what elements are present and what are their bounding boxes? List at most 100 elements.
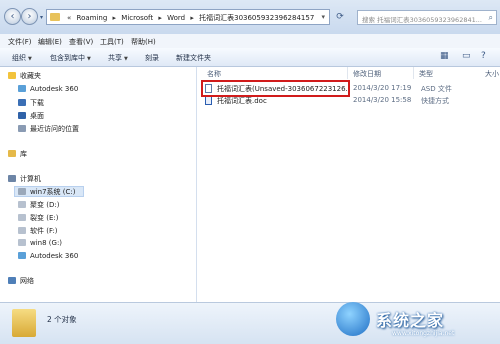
item-count: 2 个对象 (47, 315, 77, 324)
sidebar-item-autodesk-drive[interactable]: Autodesk 360 (18, 252, 78, 263)
search-input[interactable]: 搜索 托福词汇表3036059323962841... ⌕ (357, 10, 497, 25)
drive-icon (18, 239, 26, 246)
sidebar-network-label: 网络 (20, 277, 34, 285)
navigation-pane: 收藏夹 Autodesk 360 下载 桌面 最近访问的位置 库 计算机 win… (0, 67, 197, 302)
column-divider[interactable] (413, 67, 414, 79)
menu-tools[interactable]: 工具(T) (100, 37, 124, 47)
column-divider[interactable] (347, 67, 348, 79)
sidebar-item-label: 软件 (F:) (30, 227, 58, 235)
red-highlight-annotation (201, 80, 350, 97)
network-icon (8, 277, 16, 284)
logo-icon (336, 302, 370, 336)
sidebar-libraries[interactable]: 库 (8, 149, 27, 160)
recent-pages-dropdown-icon[interactable]: ▾ (40, 14, 43, 21)
sidebar-item-drive-f[interactable]: 软件 (F:) (18, 226, 58, 237)
new-folder-button[interactable]: 新建文件夹 (176, 53, 211, 63)
sidebar-item-drive-e[interactable]: 裂变 (E:) (18, 213, 58, 224)
column-size-header[interactable]: 大小 (485, 69, 499, 79)
sidebar-item-label: 最近访问的位置 (30, 125, 79, 133)
star-icon (8, 72, 16, 79)
command-toolbar: 组织 ▼ 包含到库中 ▼ 共享 ▼ 刻录 新建文件夹 ▦ ▭ ? (0, 48, 500, 67)
back-button[interactable]: ‹ (4, 8, 21, 25)
desktop-icon (18, 112, 26, 119)
drive-icon (18, 201, 26, 208)
chevron-right-icon[interactable]: ▸ (113, 14, 117, 22)
chevron-down-icon: ▼ (28, 56, 32, 62)
refresh-icon[interactable]: ⟳ (333, 9, 347, 25)
sidebar-network[interactable]: 网络 (8, 276, 34, 287)
share-label: 共享 (108, 54, 122, 62)
sidebar-item-label: Autodesk 360 (30, 85, 79, 93)
breadcrumb-roaming[interactable]: Roaming (77, 14, 108, 22)
folder-icon (50, 13, 60, 21)
sidebar-libraries-label: 库 (20, 150, 27, 158)
menu-help[interactable]: 帮助(H) (131, 37, 156, 47)
search-icon[interactable]: ⌕ (489, 13, 493, 23)
recent-places-icon (18, 125, 26, 132)
sidebar-item-label: 聚变 (D:) (30, 201, 60, 209)
word-shortcut-icon (205, 96, 212, 105)
column-name-header[interactable]: 名称 (207, 69, 221, 79)
sidebar-item-label: win7系统 (C:) (30, 188, 76, 196)
sidebar-item-downloads[interactable]: 下载 (18, 98, 44, 109)
cloud-icon (18, 85, 26, 92)
sidebar-item-drive-d[interactable]: 聚变 (D:) (18, 200, 59, 211)
cloud-icon (18, 252, 26, 259)
breadcrumb-microsoft[interactable]: Microsoft (121, 14, 153, 22)
menu-bar: 文件(F) 编辑(E) 查看(V) 工具(T) 帮助(H) (0, 34, 500, 49)
column-date-header[interactable]: 修改日期 (353, 69, 381, 79)
file-type: 快捷方式 (421, 97, 449, 105)
breadcrumb: « Roaming ▸ Microsoft ▸ Word ▸ 托福词汇表3036… (64, 13, 314, 23)
sidebar-item-label: 裂变 (E:) (30, 214, 59, 222)
organize-button[interactable]: 组织 ▼ (12, 53, 32, 63)
sidebar-item-drive-c[interactable]: win7系统 (C:) (14, 186, 84, 197)
sidebar-favorites-label: 收藏夹 (20, 72, 41, 80)
chevron-right-icon[interactable]: ▸ (190, 14, 194, 22)
menu-edit[interactable]: 编辑(E) (38, 37, 62, 47)
column-type-header[interactable]: 类型 (419, 69, 433, 79)
address-box[interactable]: « Roaming ▸ Microsoft ▸ Word ▸ 托福词汇表3036… (46, 9, 330, 25)
sidebar-item-drive-g[interactable]: win8 (G:) (18, 239, 62, 250)
breadcrumb-word[interactable]: Word (167, 14, 185, 22)
sidebar-item-autodesk[interactable]: Autodesk 360 (18, 85, 78, 96)
library-icon (8, 150, 16, 157)
sidebar-item-label: 桌面 (30, 112, 44, 120)
drive-icon (18, 214, 26, 221)
folder-icon (12, 309, 36, 337)
include-in-library-button[interactable]: 包含到库中 ▼ (50, 53, 91, 63)
share-button[interactable]: 共享 ▼ (108, 53, 128, 63)
sidebar-computer[interactable]: 计算机 (8, 174, 41, 185)
watermark-url: www.xitongzhijia.net (392, 330, 455, 337)
breadcrumb-current-folder[interactable]: 托福词汇表3036059323962841​57 (199, 14, 314, 22)
search-placeholder: 搜索 托福词汇表3036059323962841... (362, 16, 482, 24)
watermark-text: 系统之家 (376, 311, 445, 330)
drive-icon (18, 227, 26, 234)
chevron-down-icon: ▼ (87, 56, 91, 62)
file-date: 2014/3/20 17:19 (353, 84, 412, 92)
sidebar-item-recent[interactable]: 最近访问的位置 (18, 124, 79, 135)
file-list-pane: 名称 修改日期 类型 大小 托福词汇表(Unsaved-303606722312… (197, 67, 500, 302)
address-bar-region: ‹ › ▾ « Roaming ▸ Microsoft ▸ Word ▸ 托福词… (0, 0, 500, 34)
sidebar-item-label: 下载 (30, 99, 44, 107)
address-dropdown-icon[interactable]: ▾ (321, 13, 325, 21)
sidebar-item-label: Autodesk 360 (30, 252, 79, 260)
menu-file[interactable]: 文件(F) (8, 37, 32, 47)
chevron-right-icon[interactable]: ▸ (158, 14, 162, 22)
download-icon (18, 99, 26, 106)
sidebar-item-desktop[interactable]: 桌面 (18, 111, 44, 122)
breadcrumb-overflow-icon[interactable]: « (67, 14, 71, 22)
include-label: 包含到库中 (50, 54, 85, 62)
burn-button[interactable]: 刻录 (145, 53, 159, 63)
watermark-logo: 系统之家 www.xitongzhijia.net (328, 298, 500, 343)
menu-view[interactable]: 查看(V) (69, 37, 93, 47)
file-name: 托福词汇表.doc (217, 97, 267, 105)
preview-pane-icon[interactable]: ▭ (462, 51, 471, 61)
sidebar-computer-label: 计算机 (20, 175, 41, 183)
forward-button[interactable]: › (21, 8, 38, 25)
view-options-icon[interactable]: ▦ (440, 51, 449, 61)
sidebar-favorites[interactable]: 收藏夹 (8, 71, 41, 82)
chevron-down-icon: ▼ (124, 56, 128, 62)
help-icon[interactable]: ? (481, 51, 486, 61)
sidebar-item-label: win8 (G:) (30, 239, 63, 247)
organize-label: 组织 (12, 54, 26, 62)
